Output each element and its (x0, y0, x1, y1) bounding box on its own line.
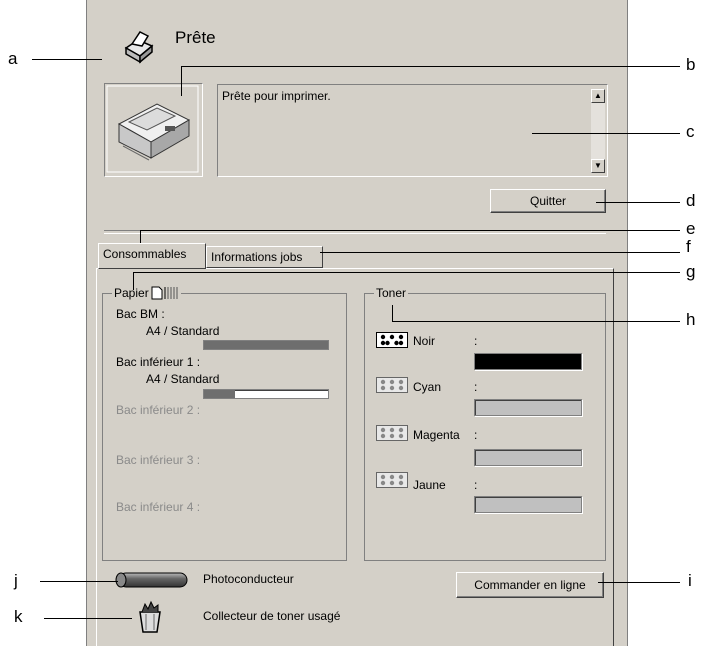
tray-lower-1-level-bar (203, 389, 329, 399)
toner-cyan-colon: : (474, 380, 478, 394)
callout-line-b-vertical (181, 66, 182, 96)
toner-yellow-level (474, 496, 582, 513)
callout-line-h (392, 321, 680, 322)
order-online-button[interactable]: Commander en ligne (456, 572, 604, 598)
toner-cyan-icon (376, 377, 408, 393)
photoconductor-drum-icon (113, 572, 193, 588)
toner-yellow-label: Jaune (413, 478, 446, 492)
scrollbar[interactable]: ▲ ▼ (591, 89, 605, 173)
callout-line-c (532, 133, 680, 134)
callout-line-f (320, 252, 680, 253)
toner-black-label: Noir (413, 334, 436, 348)
toner-magenta-colon: : (474, 428, 478, 442)
callout-line-e-vertical (140, 230, 141, 244)
toner-black-level-fill (475, 354, 581, 369)
toner-yellow-colon: : (474, 478, 478, 492)
toner-black-colon: : (474, 334, 478, 348)
callout-line-i (598, 582, 680, 583)
callout-h: h (686, 310, 696, 329)
callout-line-g-vertical (133, 272, 134, 290)
tray-lower-4-label: Bac inférieur 4 : (116, 500, 201, 514)
callout-g: g (686, 262, 696, 281)
status-message: Prête pour imprimer. (222, 89, 331, 103)
paper-title: Papier (114, 286, 149, 300)
tray-lower-3-label: Bac inférieur 3 : (116, 453, 201, 467)
callout-line-d (596, 202, 680, 203)
toner-magenta-icon (376, 425, 408, 441)
status-message-box[interactable]: Prête pour imprimer. ▲ ▼ (217, 84, 608, 177)
callout-line-k (44, 618, 132, 619)
tray-lower-2-label: Bac inférieur 2 : (116, 403, 201, 417)
status-title: Prête (175, 28, 216, 47)
waste-toner-label: Collecteur de toner usagé (203, 609, 341, 623)
toner-magenta-level (474, 449, 582, 466)
photoconductor-label: Photoconducteur (203, 572, 294, 586)
toner-group-title: Toner (374, 286, 409, 300)
toner-yellow-icon (376, 472, 408, 488)
paper-icon (151, 286, 178, 300)
toner-cyan-level (474, 399, 582, 416)
toner-magenta-label: Magenta (413, 428, 460, 442)
toner-cyan-label: Cyan (413, 380, 442, 394)
tab-consommables[interactable]: Consommables (98, 243, 206, 269)
callout-line-j (40, 581, 118, 582)
toner-black-level (474, 353, 582, 370)
tray-lower-1-level-fill (204, 390, 235, 398)
tray-bm-level-bar (203, 340, 329, 350)
paper-group-title: Papier (112, 286, 181, 300)
tray-bm-label: Bac BM : (116, 307, 165, 321)
printer-image (104, 83, 203, 177)
tray-lower-1-size: A4 / Standard (146, 372, 220, 386)
callout-b: b (686, 55, 696, 74)
callout-f: f (686, 237, 691, 256)
quit-button[interactable]: Quitter (490, 189, 606, 213)
tray-bm-level-fill (204, 341, 328, 349)
callout-line-h-vertical (392, 305, 393, 321)
tray-bm-size: A4 / Standard (146, 324, 220, 338)
scroll-down-button[interactable]: ▼ (591, 159, 605, 173)
callout-i: i (688, 571, 692, 590)
toner-black-icon (376, 332, 408, 348)
paper-group (102, 293, 347, 561)
callout-c: c (686, 122, 695, 141)
callout-line-e (140, 230, 680, 231)
callout-line-a (32, 59, 102, 60)
callout-line-b (182, 66, 680, 67)
callout-d: d (686, 191, 696, 210)
tab-informations-jobs[interactable]: Informations jobs (206, 246, 323, 268)
callout-k: k (14, 607, 23, 626)
callout-j: j (14, 571, 18, 590)
tray-lower-1-label: Bac inférieur 1 : (116, 355, 201, 369)
callout-e: e (686, 219, 696, 238)
callout-a: a (8, 49, 18, 68)
waste-toner-bin-icon (134, 600, 166, 634)
printer-icon (118, 26, 158, 66)
laser-printer-icon (106, 85, 199, 173)
callout-line-g (133, 272, 680, 273)
scroll-up-button[interactable]: ▲ (591, 89, 605, 103)
